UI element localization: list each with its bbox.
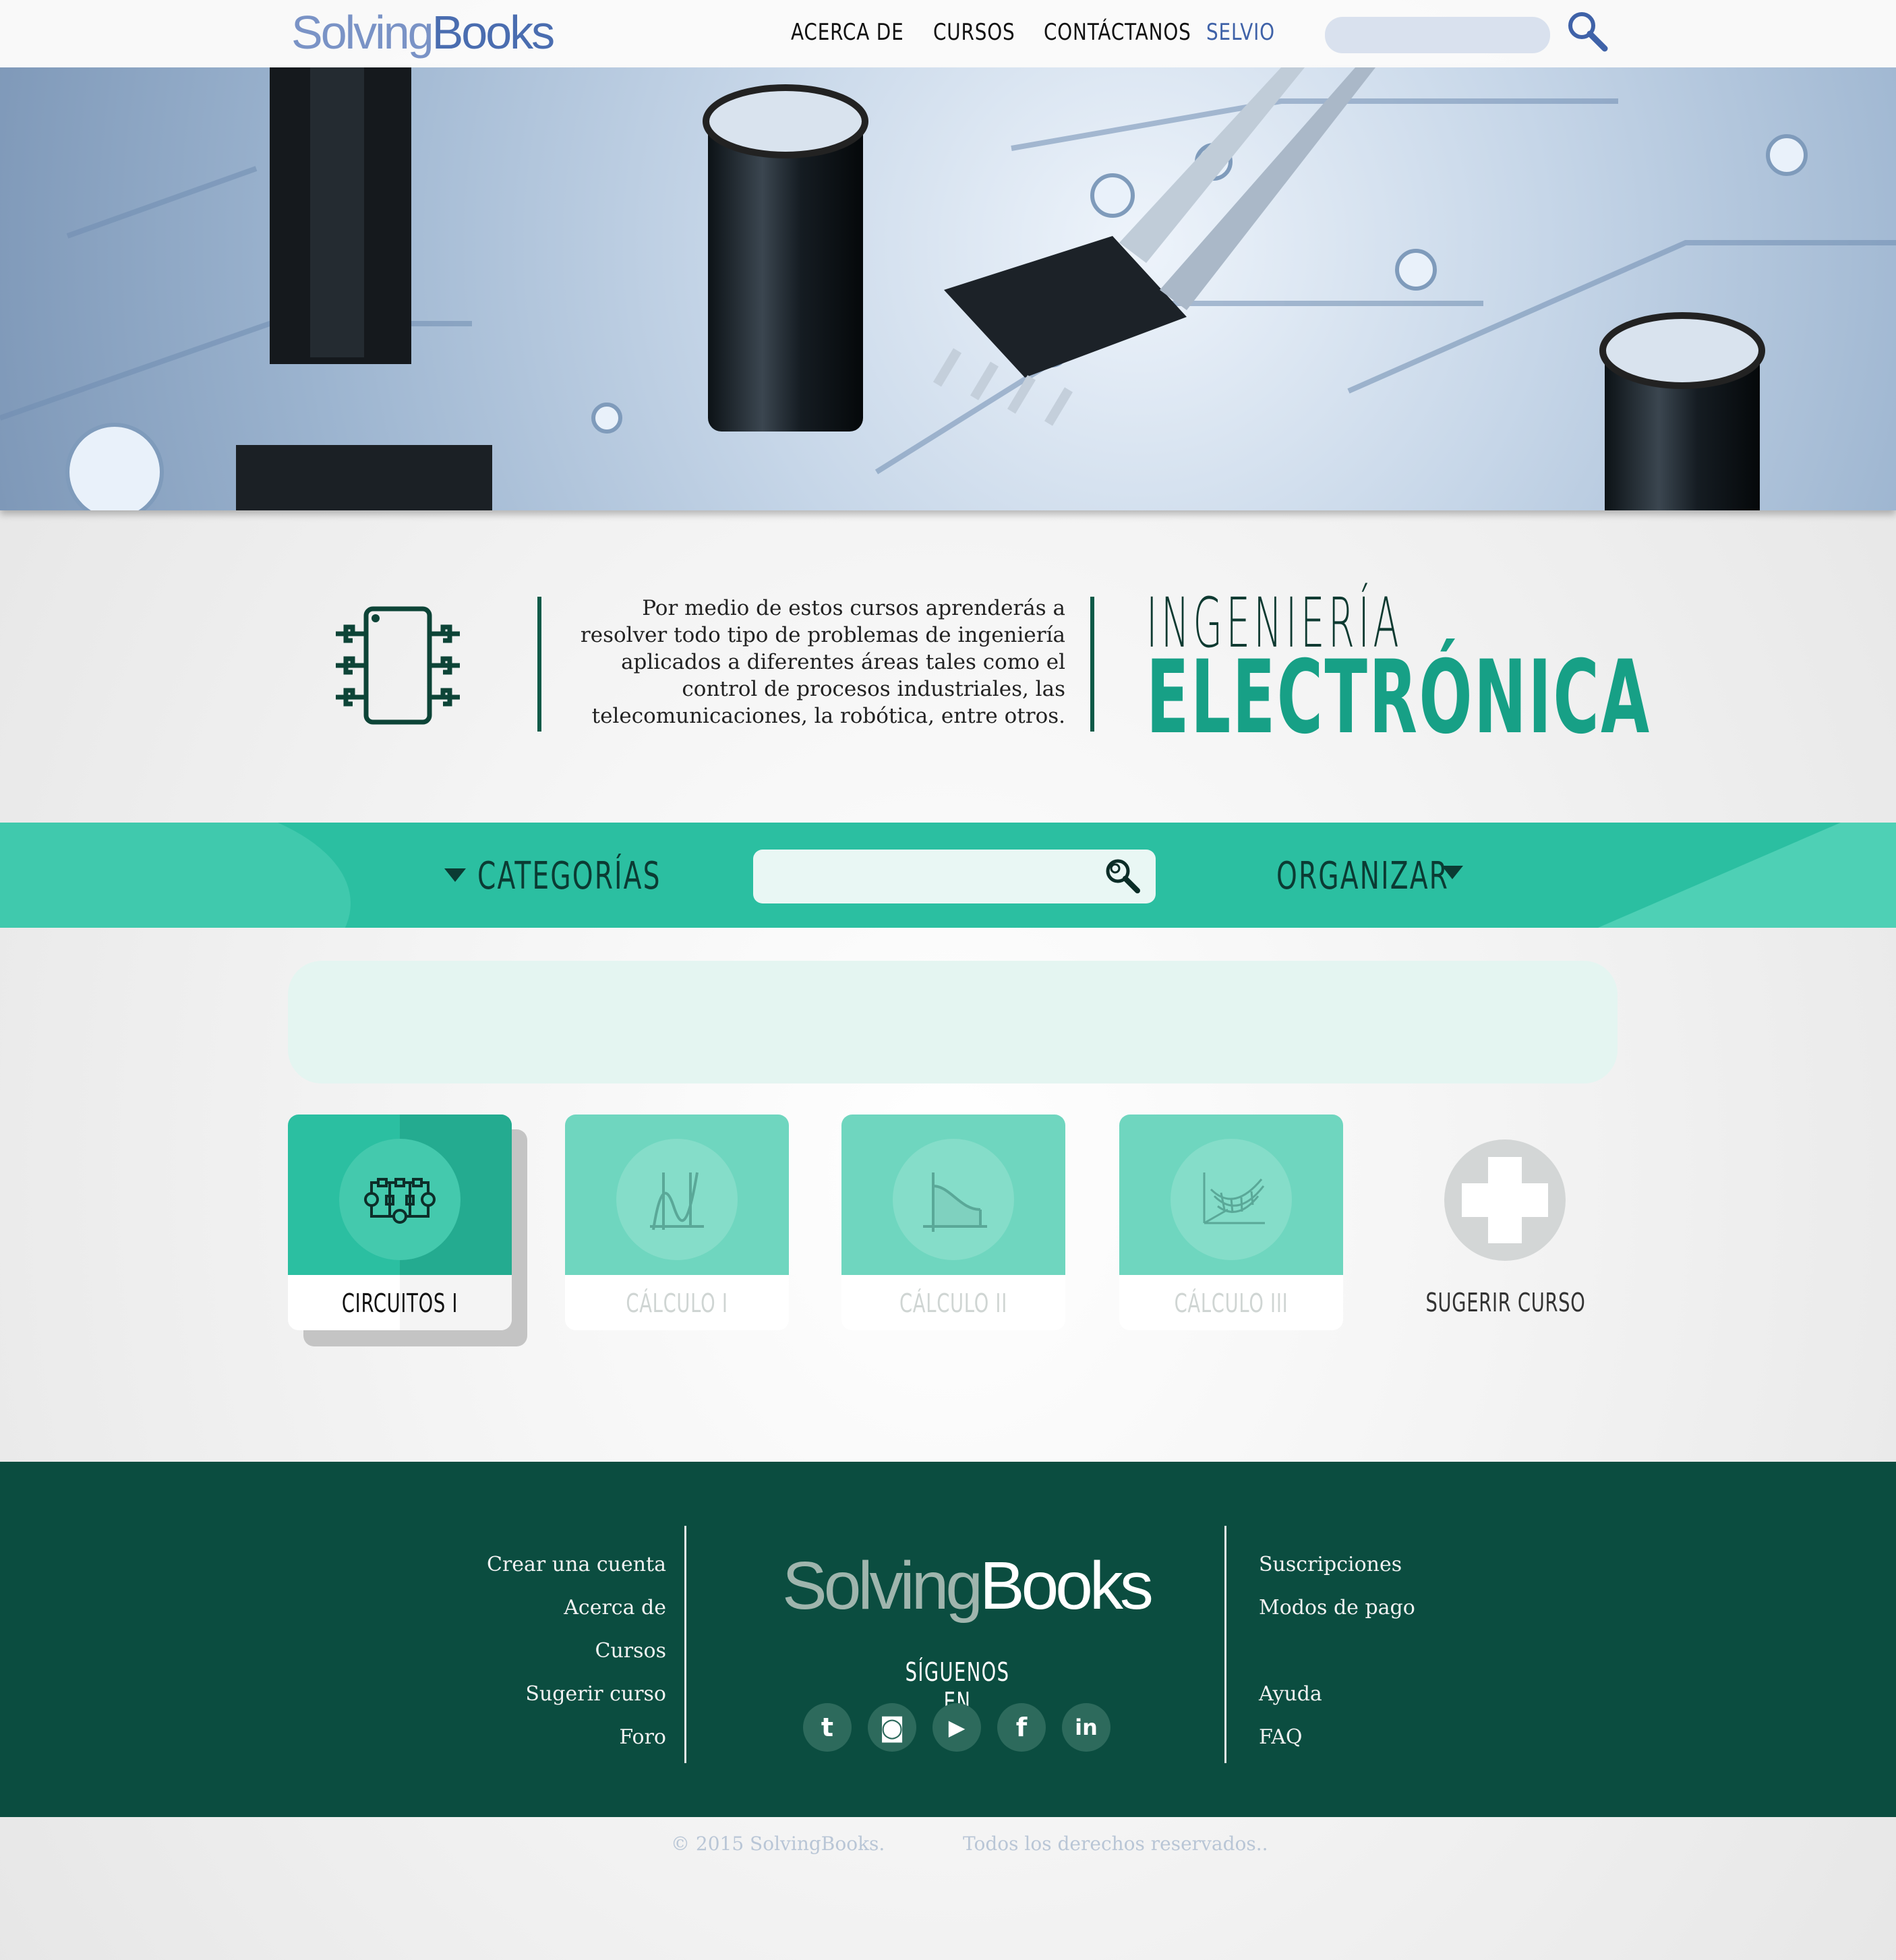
course-info-panel [288,961,1618,1083]
logo-text-solving: Solving [291,6,434,59]
course-card-calculo-1[interactable]: CÁLCULO I [565,1115,789,1330]
intro-divider-right [1090,597,1094,732]
instagram-icon[interactable]: ◙ [868,1703,916,1752]
footer-logo-solving: Solving [782,1548,983,1624]
footer-divider-left [684,1526,686,1763]
youtube-icon[interactable]: ▶ [932,1703,981,1752]
twitter-icon[interactable]: t [803,1703,852,1752]
nav-link-cursos[interactable]: CURSOS [933,19,1015,46]
linkedin-icon[interactable]: in [1062,1703,1110,1752]
function-graph-icon [650,1172,704,1230]
chip-icon [336,606,460,725]
suggest-course-label[interactable]: SUGERIR CURSO [1425,1288,1586,1317]
footer-link-foro[interactable]: Foro [619,1725,666,1749]
footer-link-ayuda[interactable]: Ayuda [1259,1682,1322,1706]
course-card-label: CÁLCULO II [899,1288,1008,1318]
nav-link-acerca-de[interactable]: ACERCA DE [791,19,904,46]
course-search-icon[interactable] [1102,856,1142,895]
site-footer [0,1462,1896,1817]
page-title-line2: ELECTRÓNICA [1146,639,1651,756]
plus-icon-vertical [1488,1157,1522,1243]
header-search-input[interactable] [1325,17,1550,53]
surface-3d-icon [1203,1172,1265,1224]
course-card-label: CÁLCULO I [626,1288,728,1318]
footer-link-faq[interactable]: FAQ [1259,1725,1302,1749]
intro-divider-left [537,597,541,732]
circuit-icon [364,1178,436,1224]
course-filter-bar: CATEGORÍAS ORGANIZAR [0,823,1896,928]
filter-bar-decoration-right [1598,823,1896,928]
course-search-input[interactable] [753,850,1156,903]
nav-link-user-selvio[interactable]: SELVIO [1206,19,1275,46]
top-navigation-bar: SolvingBooks ACERCA DE CURSOS CONTÁCTANO… [0,0,1896,67]
nav-link-contactanos[interactable]: CONTÁCTANOS [1044,19,1191,46]
hero-banner-electronics [0,67,1896,510]
filter-bar-decoration-left [0,823,351,928]
footer-link-modos-de-pago[interactable]: Modos de pago [1259,1596,1415,1620]
footer-logo-books: Books [979,1548,1154,1624]
footer-link-sugerir-curso[interactable]: Sugerir curso [525,1682,666,1706]
rights-reserved-text: Todos los derechos reservados.. [963,1833,1268,1855]
hero-circuit-board-image [0,67,1896,510]
footer-link-acerca-de[interactable]: Acerca de [564,1596,666,1620]
organize-dropdown[interactable]: ORGANIZAR [1276,854,1449,898]
search-icon[interactable] [1566,9,1609,53]
logo-text-books: Books [432,6,556,59]
copyright-text: © 2015 SolvingBooks. [671,1833,885,1855]
categories-dropdown-arrow-icon[interactable] [444,868,466,882]
course-card-calculo-2[interactable]: CÁLCULO II [841,1115,1065,1330]
organize-dropdown-arrow-icon[interactable] [1442,866,1463,879]
course-card-calculo-3[interactable]: CÁLCULO III [1119,1115,1343,1330]
course-card-label: CÁLCULO III [1174,1288,1288,1318]
site-logo[interactable]: SolvingBooks [291,5,556,59]
footer-link-suscripciones[interactable]: Suscripciones [1259,1553,1402,1576]
footer-link-crear-cuenta[interactable]: Crear una cuenta [487,1553,666,1576]
footer-logo[interactable]: SolvingBooks [782,1547,1154,1625]
area-curve-icon [923,1172,987,1232]
categories-dropdown[interactable]: CATEGORÍAS [477,854,661,898]
facebook-icon[interactable]: f [997,1703,1046,1752]
course-card-label: CIRCUITOS I [341,1288,458,1318]
footer-divider-right [1224,1526,1226,1763]
course-card-circuitos-1[interactable]: CIRCUITOS I [288,1115,512,1330]
intro-description: Por medio de estos cursos aprenderás a r… [580,596,1065,728]
footer-link-cursos[interactable]: Cursos [595,1639,666,1663]
